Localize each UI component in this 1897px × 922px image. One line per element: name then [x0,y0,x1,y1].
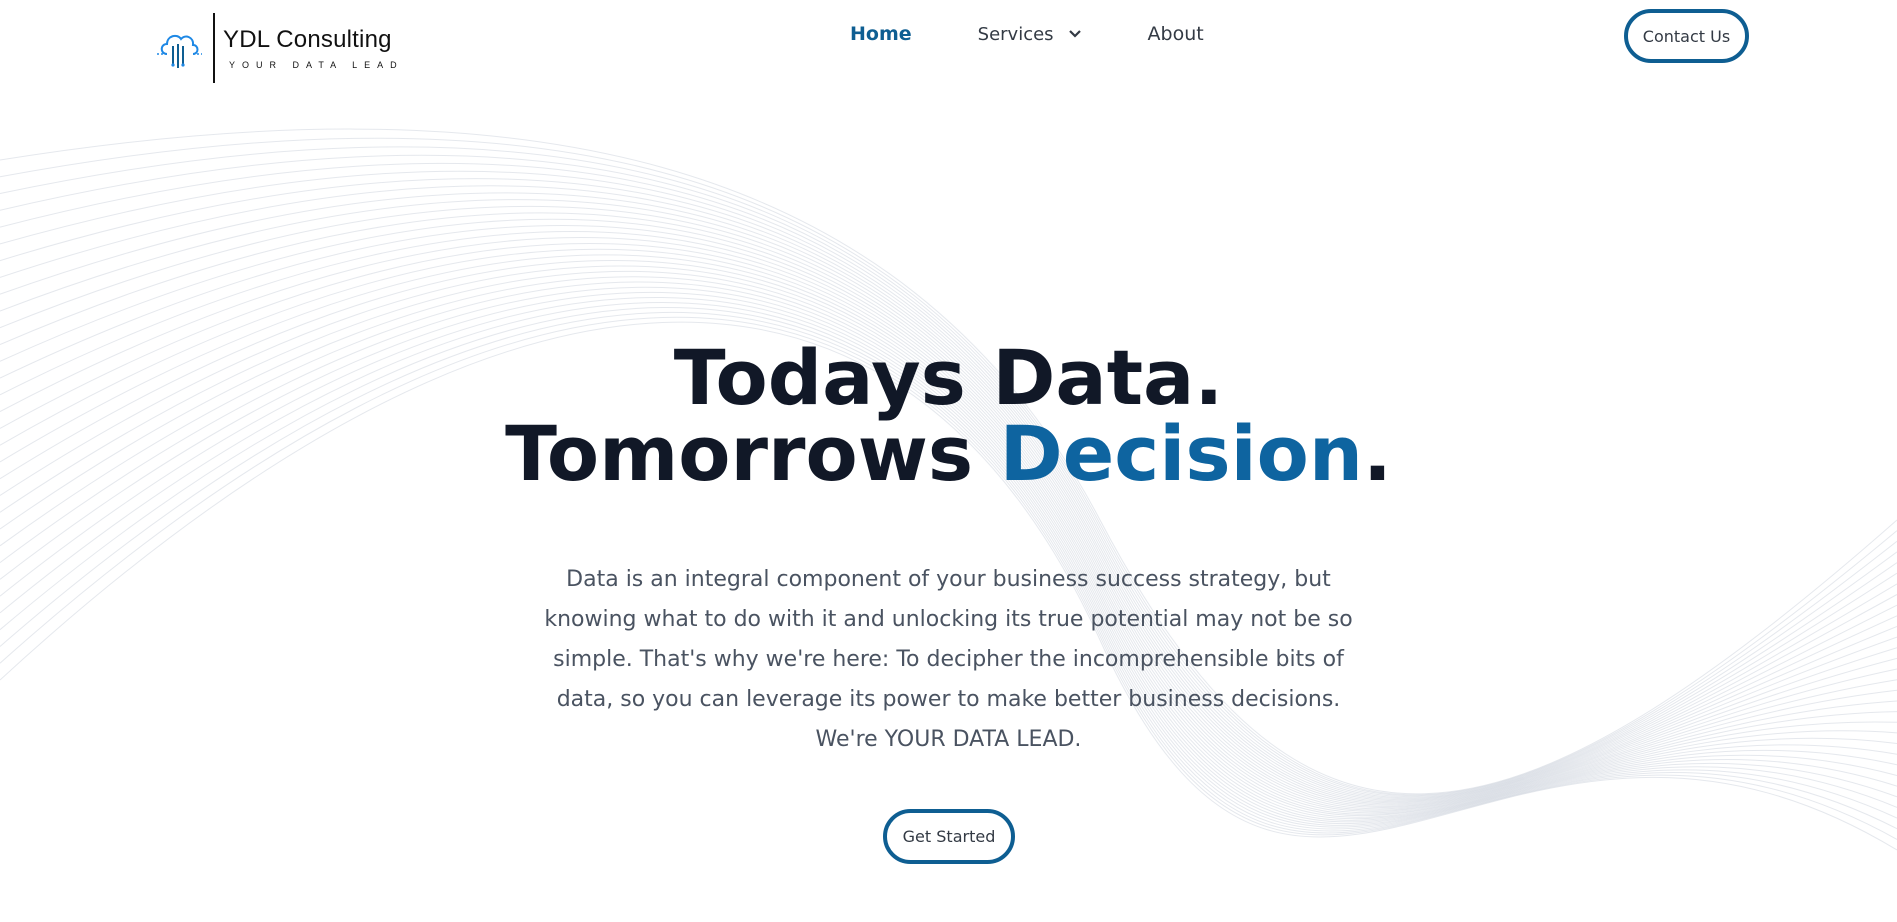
chevron-down-icon [1068,30,1081,38]
logo-divider [213,13,215,83]
nav-services-dropdown[interactable]: Services [978,18,1082,50]
brand-name: YDL Consulting [223,26,392,53]
nav-about-link[interactable]: About [1148,18,1204,50]
nav-home-link[interactable]: Home [850,18,912,50]
headline-period: . [1362,409,1392,498]
brand-tagline: YOUR DATA LEAD [229,60,404,70]
main-navigation: Home Services About [850,18,1204,50]
headline-decision-accent: Decision [999,409,1363,498]
logo-text: YDL Consulting YOUR DATA LEAD [223,26,404,70]
brand-logo[interactable]: YDL Consulting YOUR DATA LEAD [155,13,404,83]
get-started-button[interactable]: Get Started [883,809,1015,864]
site-header: YDL Consulting YOUR DATA LEAD Home Servi… [0,0,1897,90]
nav-services-label: Services [977,23,1054,45]
hero-description: Data is an integral component of your bu… [544,567,1353,752]
cloud-circuit-icon [157,34,202,68]
headline-tomorrows: Tomorrows [505,409,1000,498]
hero-headline-line2: Tomorrows Decision. [0,416,1897,492]
contact-us-button[interactable]: Contact Us [1624,9,1749,63]
hero-headline-line1: Todays Data. [673,333,1224,422]
